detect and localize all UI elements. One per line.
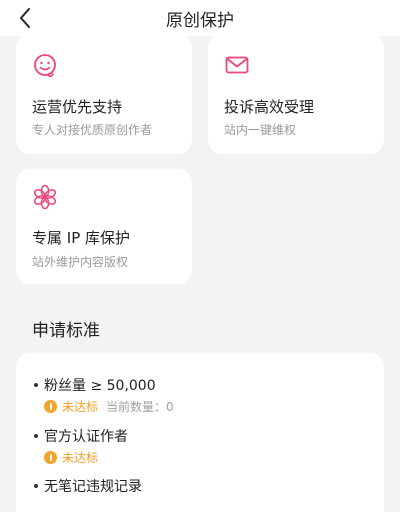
page-title: 原创保护 [166,11,234,31]
section-title: 申请标准 [32,321,100,341]
requirements-card: 粉丝量 ≥ 50,000 未达标 当前数量：0 官方认证作者 未达标 无笔记违规… [16,353,384,512]
benefit-title: 运营优先支持 [32,98,123,116]
warning-icon [44,451,57,464]
bullet-dot [34,484,38,488]
benefit-title: 投诉高效受理 [224,98,315,116]
nav-header: 原创保护 [0,0,400,36]
bullet-dot [34,434,38,438]
requirement-title: 官方认证作者 [44,429,128,445]
mail-icon [225,56,249,74]
smile-face-icon [34,54,56,78]
status-label: 未达标 [62,451,99,465]
benefit-subtitle: 站外维护内容版权 [32,255,129,269]
requirement-title: 粉丝量 ≥ 50,000 [44,378,156,394]
requirement-status: 未达标 当前数量：0 [44,398,174,415]
benefit-subtitle: 站内一键维权 [224,123,297,137]
benefit-card-complaint[interactable]: 投诉高效受理 站内一键维权 [208,34,384,154]
status-label: 未达标 [62,400,99,414]
benefit-title: 专属 IP 库保护 [32,229,131,247]
flower-icon [33,184,57,210]
requirement-title: 无笔记违规记录 [44,479,142,495]
bullet-dot [34,383,38,387]
benefit-card-operation-support[interactable]: 运营优先支持 专人对接优质原创作者 [16,34,192,154]
current-count: 当前数量：0 [106,400,174,414]
warning-icon [44,400,57,413]
requirement-status: 未达标 [44,449,98,466]
benefit-subtitle: 专人对接优质原创作者 [32,123,153,137]
benefit-card-ip-protection[interactable]: 专属 IP 库保护 站外维护内容版权 [16,169,192,284]
